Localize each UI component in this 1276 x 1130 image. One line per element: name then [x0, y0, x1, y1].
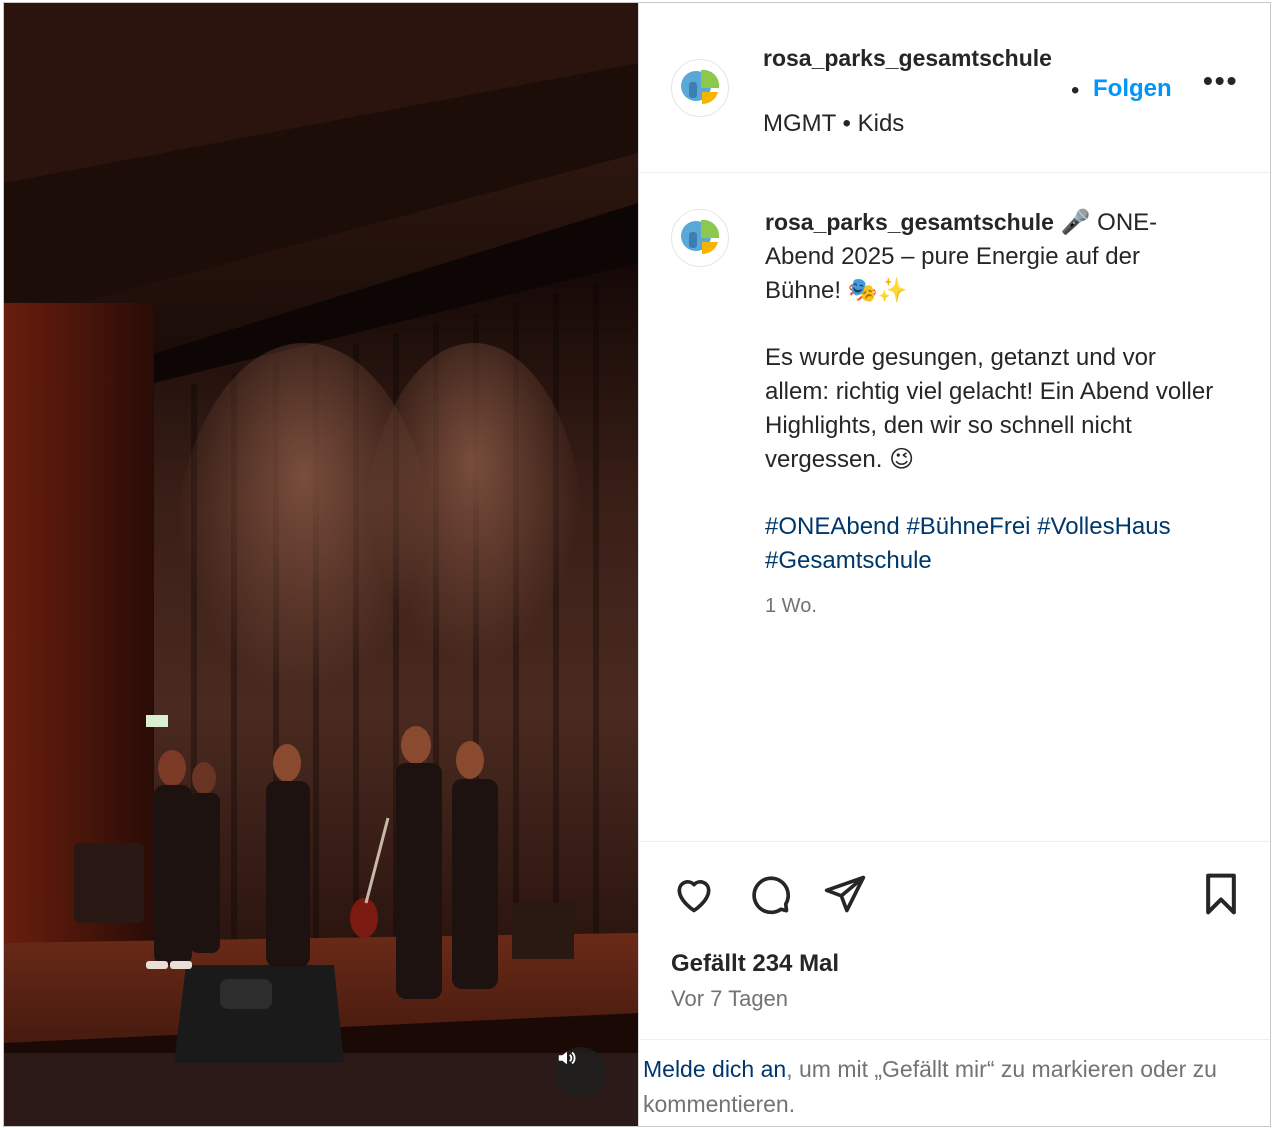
hashtag-link[interactable]: #VollesHaus [1037, 513, 1170, 540]
caption-section: rosa_parks_gesamtschule 🎤 ONE-Abend 2025… [639, 173, 1270, 841]
login-text: Melde dich an, um mit „Gefällt mir“ zu m… [643, 1052, 1243, 1122]
caption-time-ago[interactable]: 1 Wo. [765, 595, 817, 618]
follow-separator: • [1071, 77, 1080, 104]
save-button[interactable] [1201, 872, 1241, 921]
comment-button[interactable] [747, 872, 793, 921]
caption-text: rosa_parks_gesamtschule 🎤 ONE-Abend 2025… [765, 205, 1215, 578]
header-subline[interactable]: MGMT • Kids [763, 110, 904, 138]
hashtag-link[interactable]: #BühneFrei [906, 513, 1030, 540]
like-button[interactable] [671, 872, 717, 921]
caption-line-2: Es wurde gesungen, getanzt und vor allem… [765, 344, 1214, 473]
hashtag-link[interactable]: #Gesamtschule [765, 547, 932, 574]
more-options-icon[interactable]: ••• [1203, 65, 1238, 97]
avatar[interactable] [671, 59, 729, 117]
login-prompt: Melde dich an, um mit „Gefällt mir“ zu m… [639, 1039, 1270, 1126]
follow-button[interactable]: Folgen [1093, 75, 1172, 103]
school-logo-icon [681, 219, 720, 255]
speaker-icon [558, 1051, 576, 1065]
comment-icon [752, 876, 791, 915]
hashtag-link[interactable]: #ONEAbend [765, 513, 900, 540]
post-sidebar: rosa_parks_gesamtschule MGMT • Kids • Fo… [638, 3, 1270, 1126]
post-dialog: rosa_parks_gesamtschule MGMT • Kids • Fo… [3, 2, 1271, 1127]
bookmark-icon [1206, 873, 1236, 915]
login-link[interactable]: Melde dich an [643, 1056, 786, 1082]
post-video[interactable] [4, 3, 638, 1126]
caption-avatar[interactable] [671, 209, 729, 267]
school-logo-icon [681, 69, 720, 105]
caption-username[interactable]: rosa_parks_gesamtschule [765, 209, 1054, 235]
share-button[interactable] [823, 872, 867, 921]
share-icon [824, 875, 866, 913]
post-header: rosa_parks_gesamtschule MGMT • Kids • Fo… [639, 3, 1270, 173]
stage-photo [4, 3, 638, 1126]
header-username[interactable]: rosa_parks_gesamtschule [763, 41, 1063, 75]
action-bar: Gefällt 234 Mal Vor 7 Tagen [639, 841, 1270, 1039]
likes-count[interactable]: Gefällt 234 Mal [671, 950, 839, 978]
audio-toggle-button[interactable] [556, 1047, 606, 1097]
heart-icon [677, 880, 711, 913]
post-date[interactable]: Vor 7 Tagen [671, 986, 788, 1012]
